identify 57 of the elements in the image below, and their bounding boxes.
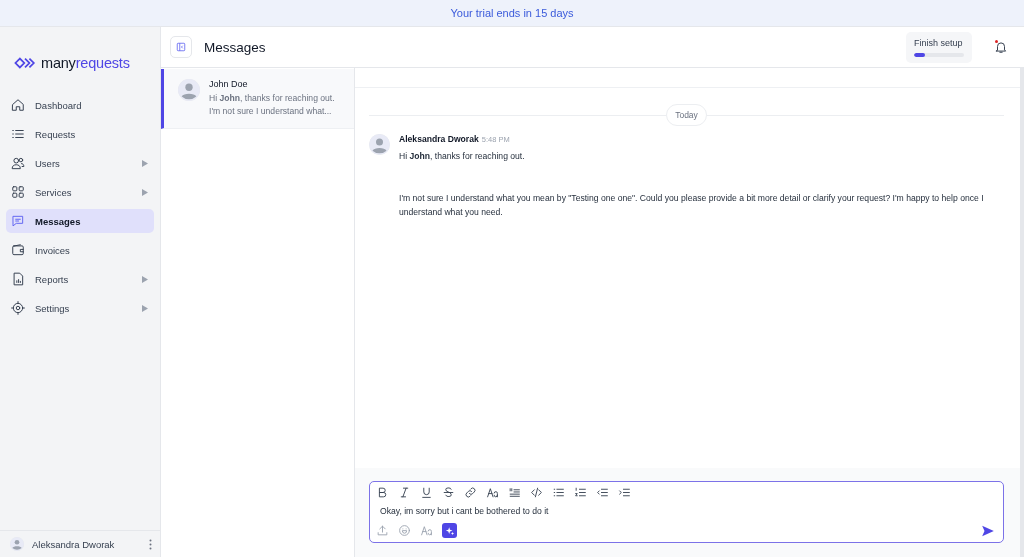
upload-icon bbox=[376, 524, 389, 537]
code-icon bbox=[530, 486, 543, 499]
date-divider: Today bbox=[666, 104, 707, 126]
logo-icon bbox=[14, 57, 36, 69]
nav-item[interactable]: Dashboard bbox=[6, 93, 154, 117]
bold-icon bbox=[376, 486, 389, 499]
logo-text: manyrequests bbox=[41, 55, 130, 71]
font-icon bbox=[420, 524, 433, 537]
chat-icon bbox=[11, 214, 25, 228]
outdent-icon bbox=[596, 486, 609, 499]
sidebar-toggle-button[interactable] bbox=[170, 36, 192, 58]
nav-item[interactable]: Settings bbox=[6, 296, 154, 320]
indent-icon bbox=[618, 486, 631, 499]
emoji-icon bbox=[398, 524, 411, 537]
link-icon bbox=[464, 486, 477, 499]
finish-setup-button[interactable]: Finish setup bbox=[906, 31, 972, 63]
avatar-icon bbox=[178, 79, 200, 101]
message-author: Aleksandra Dworak bbox=[399, 134, 479, 144]
font-size-icon bbox=[486, 486, 499, 499]
send-button[interactable] bbox=[981, 523, 995, 538]
numbered-list-icon bbox=[574, 486, 587, 499]
message-text: Hi John, thanks for reaching out. bbox=[399, 150, 526, 163]
more-icon[interactable] bbox=[149, 538, 152, 550]
underline-icon bbox=[420, 486, 433, 499]
home-icon bbox=[11, 98, 25, 112]
list-icon bbox=[11, 127, 25, 141]
panel-icon bbox=[176, 42, 186, 52]
nav-item[interactable]: Users bbox=[6, 151, 154, 175]
avatar-icon bbox=[10, 537, 24, 551]
grid-icon bbox=[11, 185, 25, 199]
quote-icon bbox=[508, 486, 521, 499]
bell-icon bbox=[994, 40, 1008, 54]
nav-item[interactable]: Services bbox=[6, 180, 154, 204]
contact-name: John Doe bbox=[209, 79, 249, 89]
nav-item[interactable]: Reports bbox=[6, 267, 154, 291]
nav-item[interactable]: Invoices bbox=[6, 238, 154, 262]
users-icon bbox=[11, 156, 25, 170]
trial-banner: Your trial ends in 15 days bbox=[0, 0, 1024, 27]
message-text: I'm not sure I understand what you mean by "Testing one one". Could you please provide a bit more detail or clarify your request? I'm happy to help once I understand what you need. bbox=[399, 192, 985, 219]
bullet-list-icon bbox=[552, 486, 565, 499]
page-title: Messages bbox=[204, 39, 267, 55]
user-name: Aleksandra Dworak bbox=[32, 538, 116, 550]
send-icon bbox=[981, 523, 995, 538]
document-icon bbox=[11, 272, 25, 286]
wallet-icon bbox=[11, 243, 25, 257]
sparkle-icon bbox=[444, 525, 455, 536]
ai-sparkle-button[interactable] bbox=[442, 523, 457, 538]
message-composer[interactable]: Okay, im sorry but i cant be bothered to do it bbox=[369, 481, 1004, 543]
nav-item[interactable]: Messages bbox=[6, 209, 154, 233]
strikethrough-icon bbox=[442, 486, 455, 499]
gear-icon bbox=[11, 301, 25, 315]
message-preview: I'm not sure I understand what... bbox=[209, 105, 333, 118]
message-preview: Hi John, thanks for reaching out. bbox=[209, 92, 335, 105]
nav-item[interactable]: Requests bbox=[6, 122, 154, 146]
italic-icon bbox=[398, 486, 411, 499]
conversation-item[interactable]: John Doe Hi John, thanks for reaching out. I'm not sure I understand what... bbox=[161, 69, 354, 129]
avatar-icon bbox=[369, 134, 390, 155]
